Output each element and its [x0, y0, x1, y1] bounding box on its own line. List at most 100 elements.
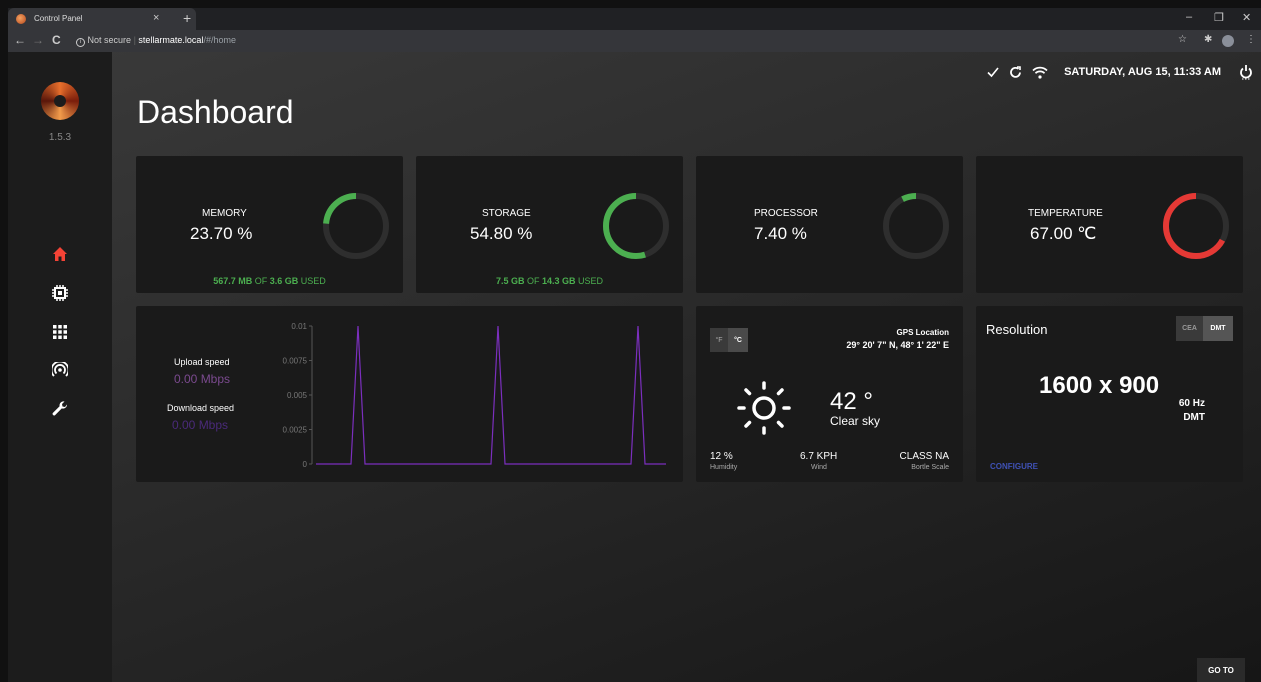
stat-value: 7.40 %	[754, 224, 807, 243]
weather-card: °F °C GPS Location 29° 20' 7" N, 48° 1' …	[696, 306, 963, 482]
page-title: Dashboard	[137, 94, 294, 130]
browser-tab[interactable]: Control Panel ×	[8, 8, 196, 30]
y-tick-label: 0.01	[291, 322, 307, 331]
favicon-icon	[16, 14, 26, 24]
usage-used: 7.5 GB	[495, 276, 525, 286]
check-icon	[987, 67, 999, 78]
kebab-menu-icon[interactable]: ⋮	[1246, 34, 1256, 45]
upload-value: 0.00 Mbps	[174, 372, 231, 386]
browser-tabbar: Control Panel × + – ❐ ✕	[8, 8, 1261, 30]
bortle-value: CLASS NA	[899, 451, 949, 462]
gps-coordinates: 29° 20' 7" N, 48° 1' 22" E	[846, 340, 949, 350]
sidebar-item-home[interactable]	[46, 242, 74, 266]
minimize-icon[interactable]: –	[1186, 11, 1192, 23]
stat-value: 23.70 %	[190, 224, 253, 243]
fahrenheit-button[interactable]: °F	[710, 328, 728, 352]
url-field[interactable]: i Not secure | stellarmate.local/#/home	[76, 35, 236, 47]
forward-icon[interactable]: →	[32, 33, 44, 47]
wrench-icon	[52, 401, 68, 416]
tab-title: Control Panel	[34, 14, 83, 23]
power-icon[interactable]	[1239, 64, 1253, 80]
humidity-value: 12 %	[710, 451, 733, 462]
info-icon[interactable]: i	[76, 38, 85, 47]
download-label: Download speed	[167, 403, 235, 413]
datetime: SATURDAY, AUG 15, 11:33 AM	[1064, 66, 1221, 78]
bortle-label: Bortle Scale	[911, 464, 949, 471]
stellarmate-logo[interactable]	[41, 82, 79, 120]
reload-icon[interactable]: C	[52, 33, 61, 47]
usage-of: OF	[524, 276, 542, 286]
usage-tail: USED	[575, 276, 604, 286]
hotspot-icon	[52, 362, 68, 377]
resolution-title: Resolution	[986, 322, 1048, 337]
restore-icon[interactable]: ❐	[1214, 11, 1224, 24]
weather-temperature: 42 °	[830, 388, 873, 415]
stat-usage: 7.5 GB OF 14.3 GB USED	[416, 276, 683, 286]
sidebar-item-apps[interactable]	[46, 320, 74, 344]
goto-button[interactable]: GO TO	[1197, 658, 1245, 682]
stat-card-temperature: TEMPERATURE 67.00 ℃	[976, 156, 1243, 293]
status-bar: SATURDAY, AUG 15, 11:33 AM	[987, 64, 1253, 80]
usage-used: 567.7 MB	[213, 276, 253, 286]
stat-label: STORAGE	[482, 208, 531, 219]
security-label: Not secure	[87, 35, 132, 45]
celsius-button[interactable]: °C	[728, 328, 748, 352]
humidity-label: Humidity	[710, 464, 738, 471]
cea-button[interactable]: CEA	[1176, 316, 1203, 341]
y-tick-label: 0.005	[287, 391, 308, 400]
wifi-icon[interactable]	[1032, 66, 1048, 79]
sync-icon[interactable]	[1009, 65, 1022, 79]
resolution-value: 1600 x 900	[1039, 372, 1160, 399]
usage-tail: USED	[298, 276, 326, 286]
address-bar: ← → C i Not secure | stellarmate.local/#…	[8, 30, 1261, 52]
network-chart: 0 0.0025 0.005 0.0075 0.01	[283, 322, 666, 469]
y-tick-label: 0.0025	[283, 426, 308, 435]
weather-condition: Clear sky	[830, 414, 881, 428]
stat-card-memory: MEMORY 23.70 % 567.7 MB OF 3.6 GB USED	[136, 156, 403, 293]
puzzle-icon[interactable]: ✱	[1204, 34, 1212, 45]
refresh-rate: 60 Hz	[1178, 398, 1205, 409]
back-icon[interactable]: ←	[14, 33, 26, 47]
gps-label: GPS Location	[896, 328, 949, 337]
temperature-gauge	[1163, 193, 1229, 259]
main-content: SATURDAY, AUG 15, 11:33 AM Dashboard MEM…	[112, 52, 1261, 682]
sidebar-item-tools[interactable]	[46, 397, 74, 421]
wind-label: Wind	[811, 464, 827, 471]
y-tick-label: 0.0075	[283, 357, 308, 366]
stat-value: 67.00 ℃	[1030, 224, 1097, 243]
usage-of: OF	[252, 276, 270, 286]
home-icon	[53, 247, 67, 261]
new-tab-icon[interactable]: +	[183, 10, 191, 26]
sidebar: 1.5.3	[8, 52, 112, 682]
profile-icon[interactable]	[1222, 35, 1234, 47]
usage-total: 3.6 GB	[269, 276, 299, 286]
stat-label: MEMORY	[202, 208, 247, 219]
memory-gauge	[323, 193, 389, 259]
screen: Control Panel × + – ❐ ✕ ← → C i Not secu…	[0, 0, 1261, 682]
gauge-track	[883, 193, 949, 259]
tab-close-icon[interactable]: ×	[153, 12, 159, 24]
resolution-card: Resolution CEA DMT 1600 x 900 60 Hz DMT …	[976, 306, 1243, 482]
dmt-button[interactable]: DMT	[1203, 316, 1233, 341]
chip-icon	[52, 285, 68, 301]
stat-card-storage: STORAGE 54.80 % 7.5 GB OF 14.3 GB USED	[416, 156, 683, 293]
stat-card-processor: PROCESSOR 7.40 %	[696, 156, 963, 293]
sidebar-item-cpu[interactable]	[46, 281, 74, 305]
stat-label: PROCESSOR	[754, 208, 818, 219]
wind-value: 6.7 KPH	[800, 451, 838, 462]
y-tick-label: 0	[303, 460, 308, 469]
url-host: stellarmate.local	[138, 35, 204, 45]
download-value: 0.00 Mbps	[172, 418, 229, 432]
upload-label: Upload speed	[174, 357, 230, 367]
star-icon[interactable]: ☆	[1178, 34, 1187, 45]
stat-usage: 567.7 MB OF 3.6 GB USED	[136, 276, 403, 286]
grid-icon	[53, 325, 67, 339]
sun-icon	[737, 381, 791, 435]
window-close-icon[interactable]: ✕	[1242, 11, 1251, 24]
sidebar-item-network[interactable]	[46, 358, 74, 382]
storage-gauge	[603, 193, 669, 259]
configure-link[interactable]: CONFIGURE	[990, 462, 1038, 471]
processor-gauge	[883, 193, 949, 259]
app-version: 1.5.3	[48, 132, 72, 143]
network-card: Upload speed 0.00 Mbps Download speed 0.…	[136, 306, 683, 482]
